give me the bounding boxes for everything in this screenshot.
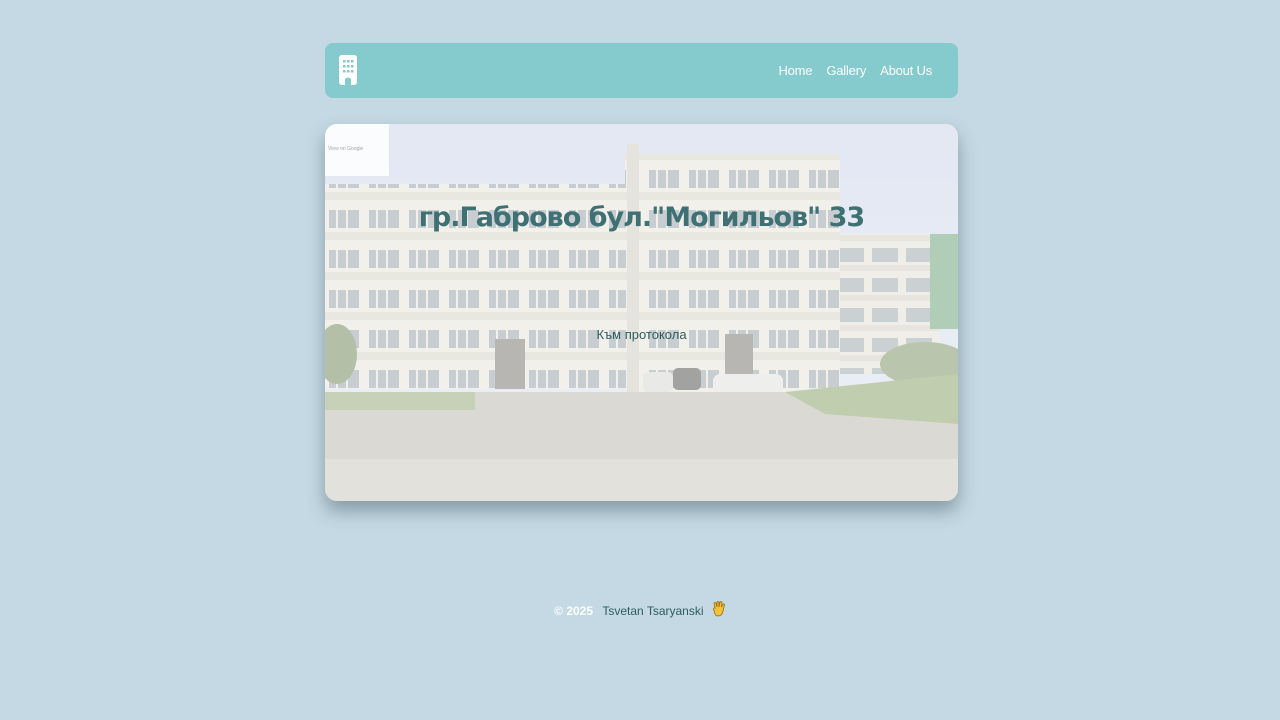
nav-links: Home Gallery About Us (778, 43, 932, 98)
map-badge[interactable]: View on Google (325, 124, 389, 176)
author-link[interactable]: Tsvetan Tsaryanski (602, 604, 703, 618)
page-title: гр.Габрово бул."Могильов" 33 (418, 202, 865, 233)
copyright-text: © 2025 (554, 604, 594, 618)
hero-overlay (325, 124, 958, 501)
nav-link-gallery[interactable]: Gallery (826, 63, 866, 78)
navbar: Home Gallery About Us (325, 43, 958, 98)
protocol-link[interactable]: Към протокола (325, 327, 958, 342)
nav-link-about-us[interactable]: About Us (880, 63, 932, 78)
vulcan-salute-icon (712, 601, 726, 620)
building-icon[interactable] (338, 55, 358, 85)
footer: © 2025 Tsvetan Tsaryanski (0, 601, 1280, 620)
map-badge-text: View on Google (328, 146, 364, 152)
hero-card: View on Google гр.Габрово бул."Могильов"… (325, 124, 958, 501)
nav-link-home[interactable]: Home (778, 63, 812, 78)
